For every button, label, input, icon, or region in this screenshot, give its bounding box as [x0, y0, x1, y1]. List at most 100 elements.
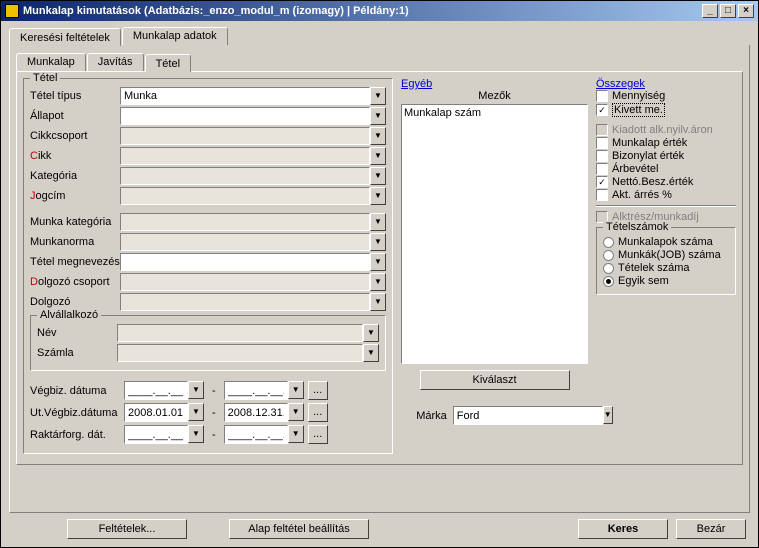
dropdown-icon[interactable]: ▼ — [370, 127, 386, 145]
combo-szamla[interactable] — [117, 344, 363, 362]
combo-marka[interactable] — [453, 406, 603, 425]
label-kivett: Kivett me. — [612, 103, 665, 117]
dropdown-icon[interactable]: ▼ — [188, 425, 204, 443]
date-picker-button[interactable]: ... — [308, 425, 328, 444]
dropdown-icon[interactable]: ▼ — [370, 167, 386, 185]
date-picker-button[interactable]: ... — [308, 381, 328, 400]
label-dolgozo-csoport: Dolgozó csoport — [30, 276, 120, 288]
radio-munkakjob[interactable] — [603, 250, 614, 261]
combo-cikk[interactable] — [120, 147, 370, 165]
combo-dolgozo-csoport[interactable] — [120, 273, 370, 291]
dropdown-icon[interactable]: ▼ — [370, 213, 386, 231]
tab-munkalap[interactable]: Munkalap — [16, 53, 86, 71]
label-jogcim: Jogcím — [30, 190, 120, 202]
alap-feltetel-button[interactable]: Alap feltétel beállítás — [229, 519, 369, 539]
kivalaszt-button[interactable]: Kiválaszt — [420, 370, 570, 390]
radio-tetelek[interactable] — [603, 263, 614, 274]
label-dolgozo: Dolgozó — [30, 296, 120, 308]
combo-munka-kategoria[interactable] — [120, 213, 370, 231]
link-osszegek[interactable]: Összegek — [596, 78, 736, 90]
group-alvallakozo-title: Alvállalkozó — [37, 309, 101, 321]
top-tab-panel: Munkalap Javítás Tétel Tétel Tétel típus… — [9, 45, 750, 513]
checkbox-bizonylat-ertek[interactable] — [596, 150, 608, 162]
input-vegbiz-to[interactable] — [224, 381, 288, 400]
input-utvegbiz-to[interactable] — [224, 403, 288, 422]
combo-munkanorma[interactable] — [120, 233, 370, 251]
combo-tetel-tipus[interactable] — [120, 87, 370, 105]
label-munka-kategoria: Munka kategória — [30, 216, 120, 228]
combo-tetel-megnevezes[interactable] — [120, 253, 370, 271]
tab-munkalap-adatok[interactable]: Munkalap adatok — [122, 27, 228, 45]
dropdown-icon[interactable]: ▼ — [370, 187, 386, 205]
minimize-button[interactable]: _ — [702, 4, 718, 18]
window-title: Munkalap kimutatások (Adatbázis:_enzo_mo… — [23, 5, 702, 17]
inner-tab-panel: Tétel Tétel típus ▼ Állapot ▼ Cikkcsopor… — [16, 71, 743, 465]
checkbox-arbevetel[interactable] — [596, 163, 608, 175]
checkbox-munkalap-ertek[interactable] — [596, 137, 608, 149]
tab-tetel[interactable]: Tétel — [145, 54, 191, 72]
label-szamla: Számla — [37, 347, 117, 359]
dropdown-icon[interactable]: ▼ — [188, 403, 204, 421]
maximize-button[interactable]: □ — [720, 4, 736, 18]
radio-munkalapok[interactable] — [603, 237, 614, 248]
keres-button[interactable]: Keres — [578, 519, 668, 539]
input-utvegbiz-from[interactable] — [124, 403, 188, 422]
combo-allapot[interactable] — [120, 107, 370, 125]
combo-kategoria[interactable] — [120, 167, 370, 185]
input-raktar-from[interactable] — [124, 425, 188, 444]
checkbox-kiadott — [596, 124, 608, 136]
dropdown-icon[interactable]: ▼ — [370, 233, 386, 251]
close-button[interactable]: × — [738, 4, 754, 18]
dropdown-icon[interactable]: ▼ — [288, 381, 304, 399]
label-netto: Nettó.Besz.érték — [612, 176, 693, 188]
label-bizonylat-ertek: Bizonylat érték — [612, 150, 684, 162]
group-alvallakozo: Alvállalkozó Név ▼ Számla ▼ — [30, 315, 386, 371]
label-tetel-tipus: Tétel típus — [30, 90, 120, 102]
listbox-mezok[interactable]: Munkalap szám — [401, 104, 588, 364]
bezar-button[interactable]: Bezár — [676, 519, 746, 539]
combo-nev[interactable] — [117, 324, 363, 342]
combo-jogcim[interactable] — [120, 187, 370, 205]
dropdown-icon[interactable]: ▼ — [288, 425, 304, 443]
label-arbevetel: Árbevétel — [612, 163, 658, 175]
tab-javitas[interactable]: Javítás — [87, 53, 144, 71]
combo-dolgozo[interactable] — [120, 293, 370, 311]
dropdown-icon[interactable]: ▼ — [188, 381, 204, 399]
dropdown-icon[interactable]: ▼ — [363, 324, 379, 342]
inner-tabs: Munkalap Javítás Tétel — [16, 53, 743, 71]
dropdown-icon[interactable]: ▼ — [370, 273, 386, 291]
dropdown-icon[interactable]: ▼ — [370, 87, 386, 105]
label-marka: Márka — [416, 410, 447, 422]
titlebar: Munkalap kimutatások (Adatbázis:_enzo_mo… — [1, 1, 758, 21]
checkbox-netto[interactable]: ✓ — [596, 176, 608, 188]
dropdown-icon[interactable]: ▼ — [363, 344, 379, 362]
separator: - — [208, 429, 220, 441]
link-egyeb[interactable]: Egyéb — [401, 78, 588, 90]
dropdown-icon[interactable]: ▼ — [370, 147, 386, 165]
label-kategoria: Kategória — [30, 170, 120, 182]
list-item[interactable]: Munkalap szám — [404, 107, 585, 119]
checkbox-kivett[interactable]: ✓ — [596, 104, 608, 116]
dropdown-icon[interactable]: ▼ — [370, 293, 386, 311]
label-mezok: Mezők — [401, 90, 588, 102]
radio-egyiksem[interactable] — [603, 276, 614, 287]
checkbox-mennyiseg[interactable] — [596, 90, 608, 102]
dropdown-icon[interactable]: ▼ — [370, 253, 386, 271]
label-tetelek: Tételek száma — [618, 262, 690, 274]
dropdown-icon[interactable]: ▼ — [370, 107, 386, 125]
input-vegbiz-from[interactable] — [124, 381, 188, 400]
group-tetelszamok-title: Tételszámok — [603, 221, 671, 233]
combo-cikkcsoport[interactable] — [120, 127, 370, 145]
top-tabs: Keresési feltételek Munkalap adatok — [9, 27, 750, 45]
tab-keresesi-feltetelek[interactable]: Keresési feltételek — [9, 28, 121, 46]
label-raktarforg-dat: Raktárforg. dát. — [30, 429, 120, 441]
dropdown-icon[interactable]: ▼ — [288, 403, 304, 421]
feltetelek-button[interactable]: Feltételek... — [67, 519, 187, 539]
label-munkalap-ertek: Munkalap érték — [612, 137, 687, 149]
main-window: Munkalap kimutatások (Adatbázis:_enzo_mo… — [0, 0, 759, 548]
date-picker-button[interactable]: ... — [308, 403, 328, 422]
checkbox-akt-arres[interactable] — [596, 189, 608, 201]
label-munkakjob: Munkák(JOB) száma — [618, 249, 721, 261]
input-raktar-to[interactable] — [224, 425, 288, 444]
label-tetel-megnevezes: Tétel megnevezés — [30, 256, 120, 268]
